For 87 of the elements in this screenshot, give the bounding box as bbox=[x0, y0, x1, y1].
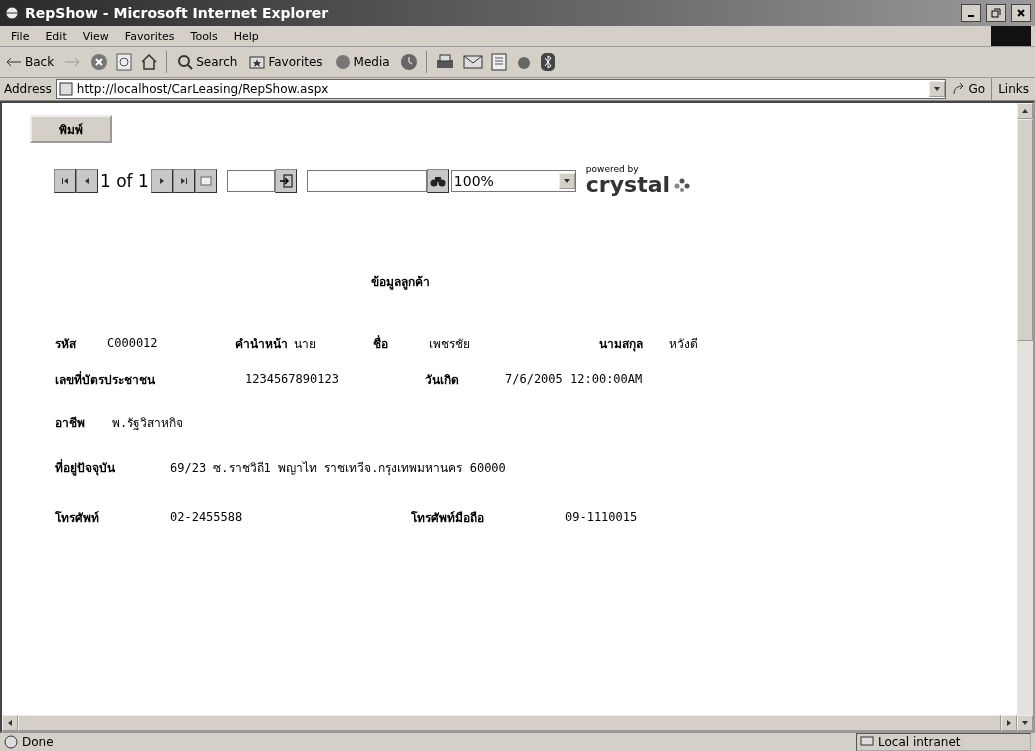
field-value: 7/6/2005 12:00:00AM bbox=[505, 372, 644, 386]
address-field[interactable]: http://localhost/CarLeasing/RepShow.aspx bbox=[55, 79, 946, 99]
menu-item[interactable]: File bbox=[4, 29, 37, 43]
address-label: Address bbox=[4, 82, 52, 96]
restore-icon bbox=[991, 8, 1001, 18]
minimize-button[interactable] bbox=[961, 4, 981, 22]
disc-icon bbox=[334, 54, 351, 70]
search-icon bbox=[177, 54, 194, 70]
horizontal-scrollbar[interactable] bbox=[2, 715, 1017, 731]
field-value: เพชรชัย bbox=[429, 335, 471, 353]
menu-item[interactable]: Help bbox=[226, 29, 266, 43]
report-title: ข้อมูลลูกค้า bbox=[370, 274, 430, 291]
field-value: หวังดี bbox=[669, 335, 699, 353]
dropdown-button[interactable] bbox=[928, 81, 945, 97]
field-label: ชื่อ bbox=[373, 334, 389, 353]
field-value: 69/23 ซ.ราชวิถี1 พญาไท ราชเทวีจ.กรุงเทพมหานคร 60000 bbox=[170, 459, 507, 477]
refresh-icon[interactable] bbox=[116, 53, 133, 71]
arrow-icon bbox=[83, 176, 91, 185]
browser-icon bbox=[4, 5, 20, 21]
field-value: 02-2455588 bbox=[170, 510, 244, 524]
field-label: เลขที่บัตรประชาชน bbox=[55, 370, 156, 389]
home-icon[interactable] bbox=[140, 53, 159, 71]
menu-item[interactable]: Tools bbox=[183, 29, 225, 43]
field-value: นาย bbox=[294, 335, 317, 353]
field-label: นามสกุล bbox=[599, 335, 644, 353]
arrow-icon bbox=[157, 176, 166, 185]
arrow-icon bbox=[6, 719, 14, 727]
links-button[interactable]: Links bbox=[996, 82, 1031, 96]
search-text-field[interactable] bbox=[306, 169, 427, 192]
last-page-button[interactable] bbox=[172, 168, 195, 193]
arrow-icon bbox=[179, 176, 188, 185]
curved-arrow-icon bbox=[951, 82, 966, 96]
zone-panel: Local intranet bbox=[856, 733, 1031, 751]
star-folder-icon bbox=[249, 55, 266, 69]
field-label: รหัส bbox=[55, 335, 78, 353]
printer-icon[interactable] bbox=[434, 53, 455, 71]
menu-item[interactable]: Favorites bbox=[117, 29, 182, 43]
go-to-page-button[interactable] bbox=[274, 168, 297, 193]
previous-page-button[interactable] bbox=[76, 168, 98, 193]
arrow-icon bbox=[61, 176, 69, 185]
menu-item[interactable]: Edit bbox=[38, 29, 74, 43]
window-title: RepShow - Microsoft Internet Explorer bbox=[25, 5, 330, 21]
first-page-button[interactable] bbox=[54, 168, 76, 193]
arrow-into-page-icon bbox=[278, 173, 293, 188]
field-label: โทรศัพท์ bbox=[55, 509, 100, 527]
status-text: Done bbox=[22, 735, 55, 749]
field-label: อาชีพ bbox=[55, 414, 86, 432]
field-label: โทรศัพท์มือถือ bbox=[411, 509, 485, 527]
field-value: C000012 bbox=[107, 336, 159, 350]
bluetooth-icon[interactable] bbox=[540, 53, 555, 71]
group-tree-button[interactable] bbox=[194, 168, 217, 193]
favorites-button[interactable]: Favorites bbox=[247, 55, 325, 69]
find-button[interactable] bbox=[426, 168, 449, 193]
close-button[interactable] bbox=[1011, 4, 1031, 22]
restore-button[interactable] bbox=[986, 4, 1006, 22]
vertical-scrollbar[interactable] bbox=[1017, 103, 1033, 731]
dots-icon bbox=[674, 178, 691, 192]
url-text: http://localhost/CarLeasing/RepShow.aspx bbox=[76, 82, 330, 96]
arrow-icon bbox=[932, 85, 941, 93]
intranet-icon bbox=[860, 736, 874, 748]
history-icon[interactable] bbox=[399, 53, 418, 71]
arrow-icon bbox=[562, 176, 571, 185]
search-button[interactable]: Search bbox=[175, 54, 240, 70]
field-value: 1234567890123 bbox=[245, 372, 340, 386]
field-value: พ.รัฐวิสาหกิจ bbox=[112, 414, 185, 432]
next-page-button[interactable] bbox=[150, 168, 173, 193]
stop-icon[interactable] bbox=[90, 53, 109, 71]
panel-icon bbox=[199, 175, 212, 186]
go-button[interactable]: Go bbox=[949, 82, 988, 96]
menu-item[interactable]: View bbox=[75, 29, 116, 43]
field-label: คำนำหน้า bbox=[235, 335, 289, 353]
field-label: ที่อยู่ปัจจุบัน bbox=[55, 458, 116, 477]
close-icon bbox=[1017, 9, 1025, 17]
print-button[interactable]: พิมพ์ bbox=[30, 115, 112, 143]
page-indicator: 1 of 1 bbox=[99, 170, 150, 191]
page-number-field[interactable] bbox=[226, 169, 275, 192]
arrow-icon bbox=[1021, 107, 1029, 115]
document-icon[interactable] bbox=[490, 53, 507, 71]
back-arrow-icon bbox=[6, 57, 22, 67]
back-button[interactable]: Back bbox=[4, 55, 57, 69]
field-value: 09-1110015 bbox=[565, 510, 639, 524]
mail-icon[interactable] bbox=[462, 54, 483, 70]
media-button[interactable]: Media bbox=[332, 54, 392, 70]
crystal-logo: powered by crystal bbox=[585, 165, 691, 196]
binoculars-icon bbox=[429, 174, 446, 187]
field-label: วันเกิด bbox=[425, 371, 460, 389]
zoom-select[interactable]: 100% bbox=[450, 169, 576, 192]
